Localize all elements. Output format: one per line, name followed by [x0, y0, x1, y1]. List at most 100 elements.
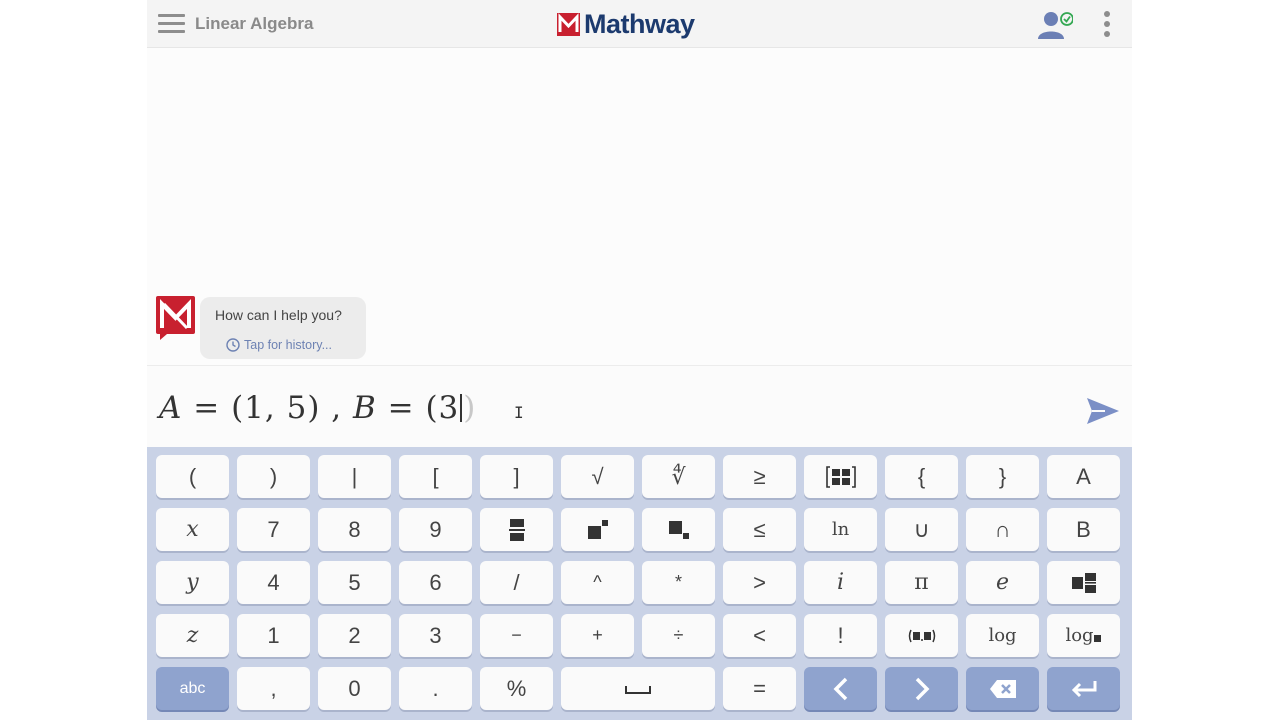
key-imaginary-i[interactable]: i: [804, 561, 877, 604]
key-multiply[interactable]: *: [642, 561, 715, 604]
key-vector[interactable]: [885, 614, 958, 657]
key-space[interactable]: [561, 667, 715, 710]
key-absolute-value[interactable]: |: [318, 455, 391, 498]
key-label: 0: [348, 675, 361, 701]
key-close-paren[interactable]: ): [237, 455, 310, 498]
key-percent[interactable]: %: [480, 667, 553, 710]
key-label: 8: [348, 516, 361, 542]
key-backspace[interactable]: [966, 667, 1039, 710]
space-bar-icon: [625, 685, 651, 694]
key-intersection[interactable]: ∩: [966, 508, 1039, 551]
page-title: Linear Algebra: [195, 14, 314, 33]
key-label: e: [995, 570, 1010, 595]
key-5[interactable]: 5: [318, 561, 391, 604]
key-label: ≤: [753, 516, 766, 542]
key-close-brace[interactable]: }: [966, 455, 1039, 498]
key-abc-toggle[interactable]: abc: [156, 667, 229, 710]
key-greater-equal[interactable]: ≥: [723, 455, 796, 498]
key-slash[interactable]: /: [480, 561, 553, 604]
math-expression-input[interactable]: A = (1, 5) , B = (3): [159, 390, 476, 426]
key-fraction[interactable]: [480, 508, 553, 551]
key-less-than[interactable]: <: [723, 614, 796, 657]
key-equals[interactable]: =: [723, 667, 796, 710]
key-variable-x[interactable]: x: [156, 508, 229, 551]
key-variable-z[interactable]: z: [156, 614, 229, 657]
key-cursor-left[interactable]: [804, 667, 877, 710]
key-label: }: [998, 463, 1007, 489]
key-nth-root[interactable]: ∜: [642, 455, 715, 498]
key-cursor-right[interactable]: [885, 667, 958, 710]
chevron-left-icon: [833, 677, 847, 700]
fraction-icon: [508, 518, 525, 541]
key-label: {: [917, 463, 926, 489]
key-label: ∩: [994, 516, 1011, 542]
key-label: √: [591, 463, 604, 489]
hamburger-menu-icon[interactable]: [158, 14, 185, 34]
key-enter[interactable]: [1047, 667, 1120, 710]
key-1[interactable]: 1: [237, 614, 310, 657]
key-open-brace[interactable]: {: [885, 455, 958, 498]
key-label: ≥: [753, 463, 766, 489]
key-3[interactable]: 3: [399, 614, 472, 657]
expr-ghost-paren: ): [463, 390, 477, 426]
key-6[interactable]: 6: [399, 561, 472, 604]
key-label: =: [753, 675, 766, 701]
key-label: (: [188, 463, 197, 489]
key-log[interactable]: log: [966, 614, 1039, 657]
expr-part-2: = (3: [376, 390, 460, 426]
history-link[interactable]: Tap for history...: [226, 338, 332, 352]
key-euler-e[interactable]: e: [966, 561, 1039, 604]
key-decimal-point[interactable]: .: [399, 667, 472, 710]
key-7[interactable]: 7: [237, 508, 310, 551]
user-account-icon[interactable]: [1037, 10, 1074, 40]
key-log-base[interactable]: log: [1047, 614, 1120, 657]
logo-text: Mathway: [584, 8, 695, 39]
key-label: /: [513, 569, 520, 595]
key-label: 2: [348, 622, 361, 648]
key-variable-y[interactable]: y: [156, 561, 229, 604]
key-label: 1: [267, 622, 280, 648]
key-label: ∪: [913, 516, 930, 542]
key-caret[interactable]: ^: [561, 561, 634, 604]
key-minus[interactable]: −: [480, 614, 553, 657]
key-comma[interactable]: ,: [237, 667, 310, 710]
key-matrix-a[interactable]: A: [1047, 455, 1120, 498]
key-label: [: [432, 463, 439, 489]
key-plus[interactable]: +: [561, 614, 634, 657]
key-4[interactable]: 4: [237, 561, 310, 604]
key-label: −: [511, 625, 522, 645]
key-pi[interactable]: π: [885, 561, 958, 604]
key-matrix-b[interactable]: B: [1047, 508, 1120, 551]
key-9[interactable]: 9: [399, 508, 472, 551]
math-input-area[interactable]: A = (1, 5) , B = (3) I: [147, 365, 1132, 448]
key-0[interactable]: 0: [318, 667, 391, 710]
key-close-bracket[interactable]: ]: [480, 455, 553, 498]
key-union[interactable]: ∪: [885, 508, 958, 551]
key-matrix[interactable]: [804, 455, 877, 498]
key-power[interactable]: [561, 508, 634, 551]
history-link-label: Tap for history...: [244, 338, 332, 352]
send-button[interactable]: [1085, 396, 1121, 426]
key-open-bracket[interactable]: [: [399, 455, 472, 498]
more-options-icon[interactable]: [1099, 10, 1115, 40]
key-open-paren[interactable]: (: [156, 455, 229, 498]
key-mixed-fraction[interactable]: [1047, 561, 1120, 604]
enter-icon: [1071, 680, 1096, 697]
key-label: ^: [593, 572, 602, 592]
key-label: <: [753, 622, 766, 648]
key-label: 6: [429, 569, 442, 595]
key-less-equal[interactable]: ≤: [723, 508, 796, 551]
key-factorial[interactable]: !: [804, 614, 877, 657]
key-8[interactable]: 8: [318, 508, 391, 551]
key-subscript[interactable]: [642, 508, 715, 551]
key-natural-log[interactable]: ln: [804, 508, 877, 551]
key-divide[interactable]: ÷: [642, 614, 715, 657]
mathway-logo-mark-icon: [557, 12, 580, 36]
mathway-avatar-icon: [156, 296, 195, 340]
key-greater-than[interactable]: >: [723, 561, 796, 604]
key-label: abc: [179, 679, 206, 697]
key-label: %: [506, 675, 527, 701]
key-label: x: [186, 517, 199, 542]
key-2[interactable]: 2: [318, 614, 391, 657]
key-square-root[interactable]: √: [561, 455, 634, 498]
